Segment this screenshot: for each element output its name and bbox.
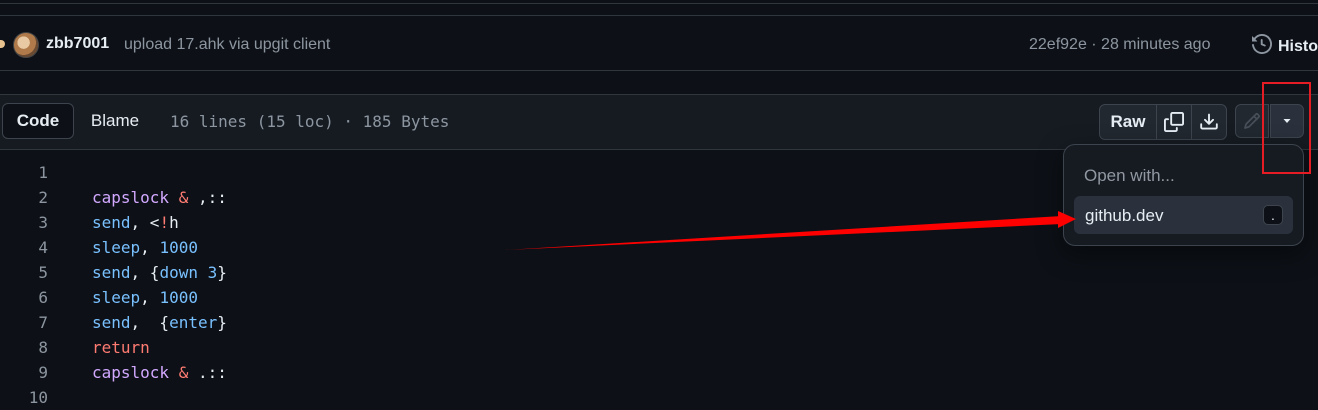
annotation-arrow xyxy=(505,211,1076,250)
arrow-shaft xyxy=(505,216,1062,250)
arrow-head xyxy=(1058,211,1076,228)
